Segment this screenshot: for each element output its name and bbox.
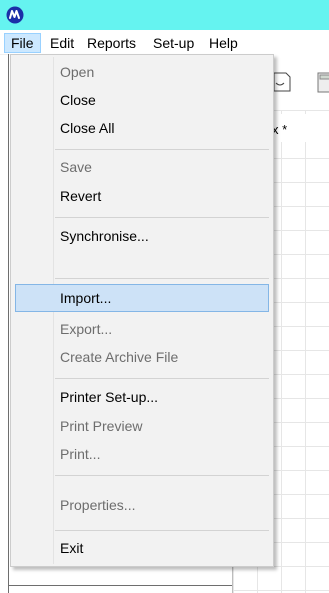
calculator-icon[interactable] <box>316 70 329 94</box>
menu-item-print-preview[interactable]: Print Preview <box>15 412 269 440</box>
title-bar <box>0 0 329 30</box>
menu-file[interactable]: File <box>4 33 41 53</box>
menu-item-export[interactable]: Export... <box>15 315 269 343</box>
menu-reports[interactable]: Reports <box>81 33 142 53</box>
menu-separator <box>55 378 269 379</box>
menu-separator <box>55 217 269 218</box>
menu-separator <box>55 278 269 279</box>
menu-item-synchronise[interactable]: Synchronise... <box>15 222 269 250</box>
document-icon[interactable] <box>272 70 292 94</box>
menu-item-label: Close All <box>60 120 115 136</box>
left-panel-bottom-border <box>8 585 232 586</box>
menu-item-save[interactable]: Save <box>15 153 269 181</box>
grid-header-label: x * <box>272 122 288 137</box>
menu-item-close-all[interactable]: Close All <box>15 114 269 142</box>
menu-item-printer-setup[interactable]: Printer Set-up... <box>15 383 269 411</box>
menu-item-label: Open <box>60 64 95 80</box>
app-logo-icon[interactable] <box>6 6 24 24</box>
menu-item-exit[interactable]: Exit <box>15 534 269 562</box>
menu-item-properties[interactable]: Properties... <box>15 491 269 519</box>
menu-item-close[interactable]: Close <box>15 86 269 114</box>
menu-item-print[interactable]: Print... <box>15 440 269 468</box>
menu-item-label: Close <box>60 92 96 108</box>
menu-separator <box>55 530 269 531</box>
menu-item-open[interactable]: Open <box>15 58 269 86</box>
menu-help[interactable]: Help <box>203 33 244 53</box>
menu-separator <box>55 149 269 150</box>
menu-item-label: Import... <box>60 290 112 306</box>
menu-item-import[interactable]: Import... <box>15 284 269 312</box>
menu-item-label: Print Preview <box>60 418 143 434</box>
menu-item-label: Exit <box>60 540 84 556</box>
menu-item-label: Synchronise... <box>60 228 149 244</box>
menu-edit[interactable]: Edit <box>44 33 80 53</box>
menu-item-label: Printer Set-up... <box>60 389 159 405</box>
menu-item-label: Export... <box>60 321 113 337</box>
menu-bar: File Edit Reports Set-up Help <box>0 30 329 55</box>
menu-item-label: Revert <box>60 188 102 204</box>
menu-item-create-archive[interactable]: Create Archive File <box>15 343 269 371</box>
menu-item-label: Create Archive File <box>60 349 179 365</box>
menu-separator <box>55 475 269 476</box>
menu-item-revert[interactable]: Revert <box>15 182 269 210</box>
menu-item-label: Properties... <box>60 497 136 513</box>
toolbar <box>270 54 329 100</box>
menu-item-label: Save <box>60 159 92 175</box>
file-menu-dropdown: Open Close Close All Save Revert Synchro… <box>10 54 274 567</box>
menu-setup[interactable]: Set-up <box>147 33 200 53</box>
menu-item-label: Print... <box>60 446 101 462</box>
